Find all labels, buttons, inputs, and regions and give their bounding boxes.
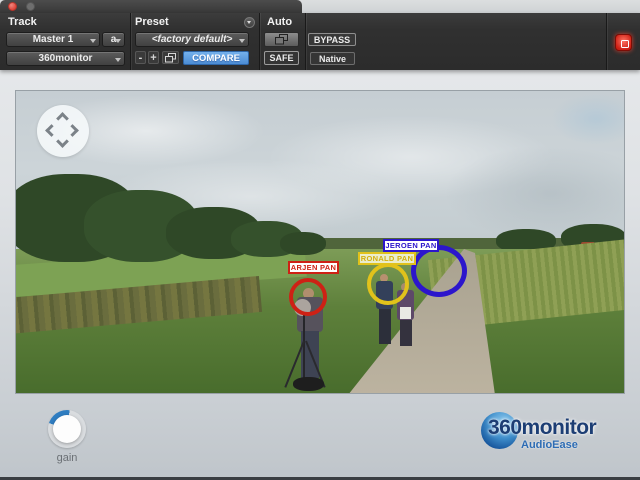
person-jeroen-legs xyxy=(400,320,412,346)
preset-menu-icon xyxy=(247,21,251,24)
pan-control[interactable] xyxy=(37,105,89,157)
divider xyxy=(259,13,260,70)
audioease-logo: 360monitor AudioEase xyxy=(481,410,621,458)
preset-previous-button[interactable]: - xyxy=(135,51,146,64)
preset-selector-value: <factory default> xyxy=(152,34,233,45)
target-button[interactable] xyxy=(615,34,632,51)
compare-slot-selector[interactable]: a xyxy=(102,32,125,47)
window-title-strip xyxy=(0,0,640,13)
preset-copy-button[interactable] xyxy=(162,51,179,64)
window-titlebar[interactable] xyxy=(0,0,302,13)
preset-next-button[interactable]: + xyxy=(148,51,159,64)
equipment-bag xyxy=(293,377,324,391)
pan-ring-jeroen[interactable] xyxy=(411,245,467,297)
gain-knob-face[interactable] xyxy=(53,415,81,443)
preset-section-label: Preset xyxy=(135,16,169,28)
preset-menu-button[interactable] xyxy=(244,17,255,28)
divider xyxy=(130,13,131,70)
divider xyxy=(606,13,607,70)
person-ronald-legs xyxy=(379,309,391,344)
auto-latch-icon xyxy=(275,34,288,45)
logo-company-name: AudioEase xyxy=(521,439,578,451)
dropdown-arrow-icon xyxy=(115,39,121,43)
logo-product-name: 360monitor xyxy=(488,416,596,440)
auto-section-label: Auto xyxy=(267,16,292,28)
mic-stand xyxy=(303,315,305,385)
plugin-format-button[interactable]: Native xyxy=(310,52,355,65)
track-section-label: Track xyxy=(8,16,37,28)
pan-tag-arjen[interactable]: ARJEN PAN xyxy=(288,261,339,274)
pan-down-icon[interactable] xyxy=(56,135,69,148)
preset-selector[interactable]: <factory default> xyxy=(135,32,249,47)
plugin-window: Track Preset Auto Master 1 a 360monitor … xyxy=(0,0,640,480)
plugin-selector-value: 360monitor xyxy=(39,53,93,64)
paper-sheet xyxy=(400,307,411,319)
bypass-button[interactable]: BYPASS xyxy=(308,33,356,46)
dropdown-arrow-icon xyxy=(239,39,245,43)
track-selector-value: Master 1 xyxy=(33,34,74,45)
pan-tag-ronald[interactable]: RONALD PAN xyxy=(358,252,416,265)
tree-row xyxy=(280,232,326,255)
minimize-icon[interactable] xyxy=(26,2,35,11)
gain-knob[interactable] xyxy=(48,410,86,448)
pan-tag-jeroen[interactable]: JEROEN PAN xyxy=(383,239,439,252)
plugin-header: Track Preset Auto Master 1 a 360monitor … xyxy=(0,13,640,70)
plugin-selector[interactable]: 360monitor xyxy=(6,51,125,66)
pan-left-icon[interactable] xyxy=(45,124,58,137)
pan-up-icon[interactable] xyxy=(56,112,69,125)
auto-safe-button[interactable]: SAFE xyxy=(264,51,299,65)
close-icon[interactable] xyxy=(8,2,17,11)
pan-ring-ronald[interactable] xyxy=(367,263,409,305)
automation-enable-button[interactable] xyxy=(264,32,299,47)
track-selector[interactable]: Master 1 xyxy=(6,32,100,47)
divider xyxy=(305,13,306,70)
pan-ring-arjen[interactable] xyxy=(289,278,327,316)
dropdown-arrow-icon xyxy=(115,58,121,62)
gain-label: gain xyxy=(40,452,94,464)
compare-button[interactable]: COMPARE xyxy=(183,51,249,65)
dropdown-arrow-icon xyxy=(90,39,96,43)
panorama-viewer[interactable]: ARJEN PAN RONALD PAN JEROEN PAN xyxy=(15,90,625,394)
pan-right-icon[interactable] xyxy=(66,124,79,137)
duplicate-icon xyxy=(165,53,176,63)
